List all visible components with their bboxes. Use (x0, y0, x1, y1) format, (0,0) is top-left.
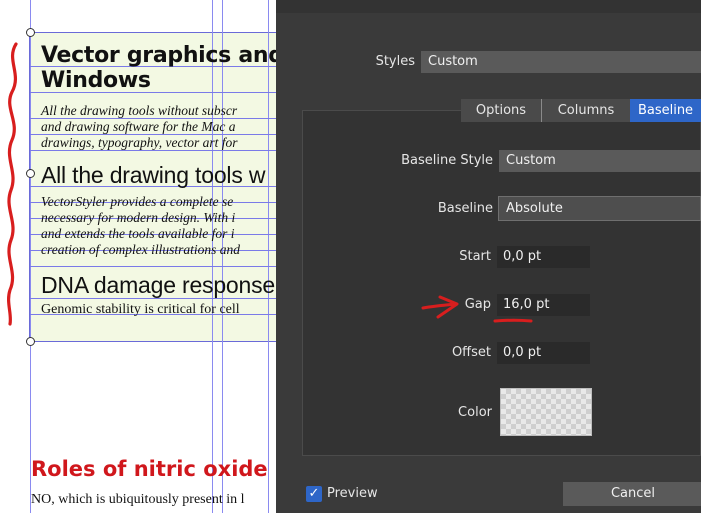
frame-handle-top-left[interactable] (26, 28, 35, 37)
paragraph-line: and extends the tools available for i (41, 226, 235, 241)
gap-field[interactable]: 16,0 pt (497, 294, 590, 316)
baseline-label: Baseline (437, 201, 493, 216)
paragraph-line: creation of complex illustrations and (41, 242, 240, 257)
heading-vector-graphics-line2: Windows (41, 68, 151, 93)
paragraph-line: and drawing software for the Mac a (41, 119, 236, 134)
preview-label: Preview (327, 486, 378, 501)
color-label: Color (458, 405, 492, 420)
paragraph-line: drawings, typography, vector art for (41, 135, 238, 150)
paragraph-line: VectorStyler provides a complete se (41, 194, 234, 209)
paragraph-line: All the drawing tools without subscr (41, 103, 238, 118)
paragraph-line: necessary for modern design. With i (41, 210, 236, 225)
heading-nitric-oxide: Roles of nitric oxide (M (31, 457, 276, 481)
start-field[interactable]: 0,0 pt (497, 246, 590, 268)
heading-vector-graphics: Vector graphics and i (41, 43, 276, 68)
tab-options[interactable]: Options (461, 99, 542, 122)
offset-label: Offset (451, 345, 491, 360)
baseline-style-dropdown[interactable]: Custom (499, 150, 701, 172)
baseline-grid-line (30, 298, 276, 299)
preview-checkbox[interactable]: ✓ (306, 486, 322, 502)
offset-field[interactable]: 0,0 pt (497, 342, 590, 364)
gap-label: Gap (464, 297, 491, 312)
paragraph-line: Genomic stability is critical for cell (41, 302, 240, 317)
styles-label: Styles (375, 54, 415, 69)
baseline-dropdown[interactable]: Absolute (498, 196, 701, 221)
tab-bar: Options Columns Baseline (461, 99, 701, 122)
frame-handle-bottom-left[interactable] (26, 337, 35, 346)
column-guide (30, 0, 31, 513)
column-guide (268, 0, 269, 513)
tab-columns[interactable]: Columns (542, 99, 630, 122)
styles-dropdown[interactable]: Custom (421, 51, 701, 73)
checkmark-icon: ✓ (308, 486, 320, 501)
color-swatch[interactable] (500, 388, 592, 436)
frame-handle-middle-left[interactable] (26, 169, 35, 178)
document-canvas[interactable]: Vector graphics and i Windows All the dr… (0, 0, 276, 513)
paragraph-line: NO, which is ubiquitously present in l (31, 492, 245, 507)
start-label: Start (459, 249, 491, 264)
tab-baseline[interactable]: Baseline (630, 99, 701, 122)
cancel-button[interactable]: Cancel (563, 482, 701, 506)
heading-dna-damage: DNA damage response (41, 272, 276, 298)
baseline-style-label: Baseline Style (401, 153, 493, 168)
baseline-grid-line (30, 266, 276, 267)
heading-drawing-tools: All the drawing tools w (41, 162, 266, 188)
dialog-title-strip (276, 0, 701, 13)
